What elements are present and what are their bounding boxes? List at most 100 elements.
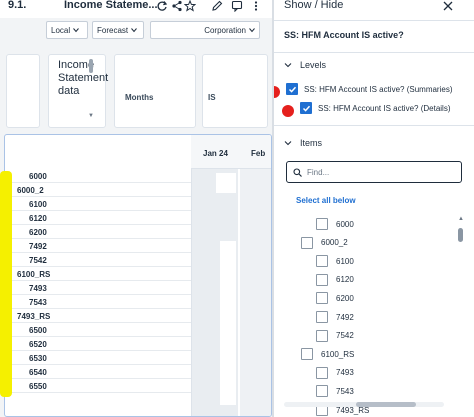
row-label: 6100_RS [17,270,51,279]
row-label: 6500 [29,326,47,335]
item-label: 7492 [336,312,354,322]
table-row[interactable]: 7492 [11,239,191,253]
pov-scenario-forecast[interactable]: Forecast [92,21,144,39]
table-row[interactable]: 6530 [11,351,191,365]
list-item[interactable]: 7542 [316,329,354,342]
checkbox-unchecked[interactable] [301,236,313,249]
table-row[interactable]: 6000_2 [11,183,191,197]
table-row[interactable]: 6550 [11,379,191,393]
list-item[interactable]: 6100_RS [301,348,354,361]
table-row[interactable]: 7493_RS [11,309,191,323]
row-label: 7543 [29,298,47,307]
table-row[interactable]: 6000 [11,169,191,183]
table-row[interactable]: 7543 [11,295,191,309]
panel-title: Show / Hide [284,0,344,11]
checkbox-checked[interactable] [300,102,312,114]
list-item[interactable]: 7492 [316,311,354,323]
row-label: 6550 [29,382,47,391]
report-title[interactable]: Income Stateme... [64,0,158,11]
list-item[interactable]: 6100 [316,255,354,268]
checkbox-unchecked[interactable] [316,255,328,268]
divider [274,125,474,126]
items-section-toggle[interactable]: Items [284,138,322,148]
column-divider [191,135,192,416]
more-icon[interactable] [250,0,262,11]
header-card-is[interactable]: IS [202,54,268,128]
row-label: 7493_RS [17,312,51,321]
pov-label: Corporation [204,25,246,35]
search-icon [293,167,302,177]
divider [274,20,474,21]
scrollbar[interactable] [458,228,463,242]
row-label: 6520 [29,340,47,349]
edit-icon[interactable] [211,0,223,11]
share-icon[interactable] [171,0,183,12]
checkbox-unchecked[interactable] [316,385,328,398]
column-header: Jan 24 Feb [191,135,271,169]
column-header-label[interactable]: Jan 24 [203,149,228,158]
row-label: 6000_2 [17,186,44,195]
star-icon[interactable] [183,0,197,12]
find-input[interactable]: Find... [286,161,462,183]
item-label: 7543 [336,386,354,396]
list-item[interactable]: 6200 [316,292,354,305]
table-row[interactable]: 7493 [11,281,191,295]
report-number: 9.1. [8,0,27,11]
pov-entity-corporation[interactable]: Corporation [150,21,260,39]
report-toolbar: 9.1. Income Stateme... [0,0,272,18]
panel-subtitle: SS: HFM Account IS active? [284,30,404,40]
checkbox-unchecked[interactable] [316,329,328,342]
column-header-label[interactable]: Feb [251,149,265,158]
table-row[interactable]: 6100 [11,197,191,211]
checkbox-unchecked[interactable] [301,348,313,361]
list-item[interactable]: 6000_2 [301,236,348,249]
level-row-details[interactable]: SS: HFM Account IS active? (Details) [300,102,451,114]
row-label: 6100 [29,200,47,209]
scroll-up-icon[interactable]: ▲ [458,216,464,222]
row-label: 6120 [29,214,47,223]
checkbox-unchecked[interactable] [316,311,328,323]
select-all-link[interactable]: Select all below [296,196,356,205]
item-label: 6100 [336,256,354,266]
scrollbar[interactable] [89,59,93,73]
level-label: SS: HFM Account IS active? (Summaries) [304,84,453,94]
list-item[interactable]: 7543 [316,385,354,398]
levels-section-toggle[interactable]: Levels [284,60,326,70]
refresh-icon[interactable] [156,0,168,11]
table-row[interactable]: 6200 [11,225,191,239]
annotation-dot [282,105,294,117]
table-row[interactable]: 6500 [11,323,191,337]
checkbox-checked[interactable] [286,83,298,95]
annotation-dot [274,86,280,98]
table-row[interactable]: 6540 [11,365,191,379]
checkbox-unchecked[interactable] [316,218,328,230]
level-row-summaries[interactable]: SS: HFM Account IS active? (Summaries) [286,83,453,95]
checkbox-unchecked[interactable] [316,273,328,286]
row-label: 7542 [29,256,47,265]
checkbox-unchecked[interactable] [316,292,328,305]
chevron-down-icon [73,28,80,33]
divider [274,52,474,53]
pov-scenario-local[interactable]: Local [46,21,88,39]
list-item[interactable]: 6000 [316,218,354,230]
table-row[interactable]: 6520 [11,337,191,351]
header-card-months[interactable]: Months [114,54,196,128]
list-item[interactable]: 7493 [316,366,354,379]
list-item[interactable]: 6120 [316,273,354,286]
header-card-label: Months [125,93,154,102]
header-card-blank [6,54,40,128]
scrollbar-thumb[interactable] [356,402,416,407]
table-row[interactable]: 6120 [11,211,191,225]
item-label: 6120 [336,275,354,285]
checkbox-unchecked[interactable] [316,366,328,379]
scroll-down-icon[interactable]: ▼ [88,113,94,119]
pov-label: Forecast [97,25,129,35]
horizontal-scrollbar[interactable] [284,402,444,407]
table-row[interactable]: 7542 [11,253,191,267]
comment-icon[interactable] [231,0,243,13]
close-icon[interactable] [442,0,454,11]
header-card-income-statement[interactable]: Income Statement data ▼ [48,54,108,128]
data-column [240,169,271,416]
table-row[interactable]: 6100_RS [11,267,191,281]
header-card-label: IS [208,93,216,102]
